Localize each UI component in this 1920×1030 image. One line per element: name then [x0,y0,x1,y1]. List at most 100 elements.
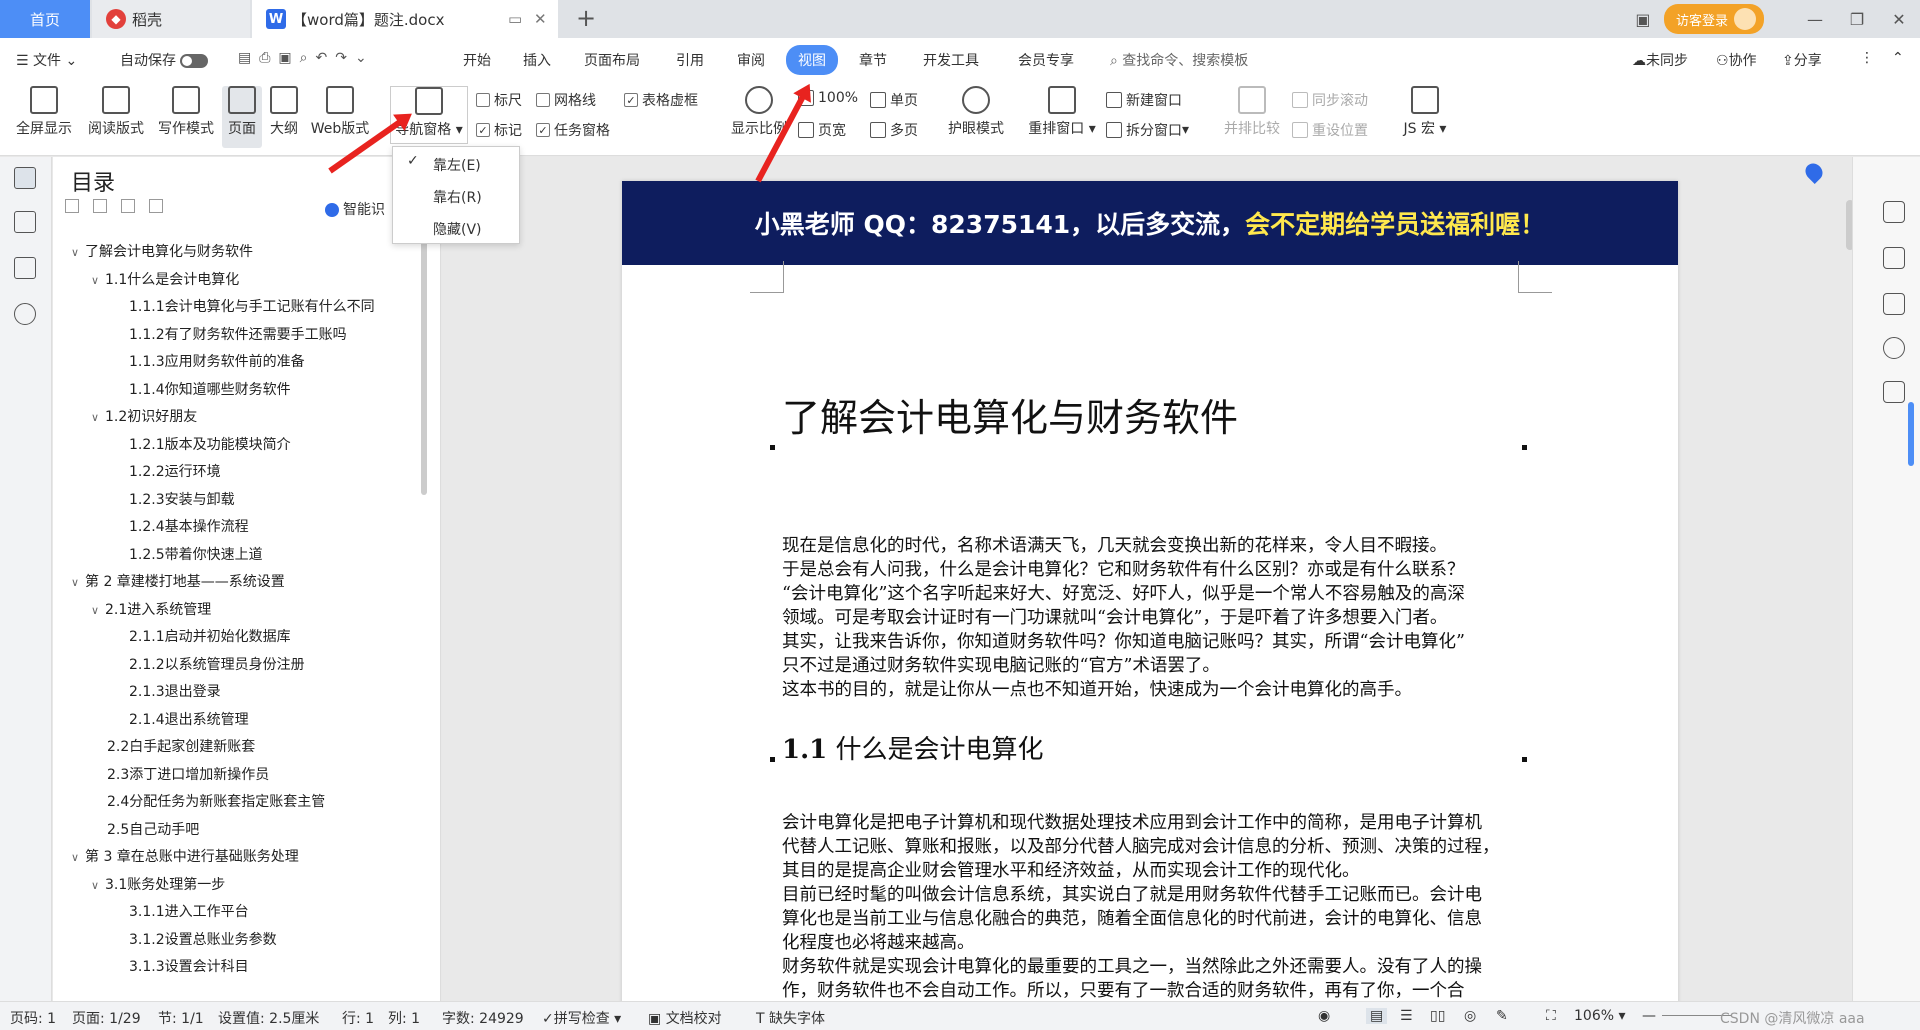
toc-entry[interactable]: ∨ 1.2初识好朋友 [91,406,197,426]
new-window-button[interactable]: 新建窗口 [1106,90,1182,110]
expand-all-icon[interactable] [93,199,107,213]
minimize-icon[interactable]: — [1794,10,1836,29]
toc-entry[interactable]: 1.1.2有了财务软件还需要手工账吗 [129,324,347,344]
chevron-down-icon[interactable]: ∨ [71,246,85,259]
chevron-down-icon[interactable]: ∨ [91,274,105,287]
close-window-icon[interactable]: ✕ [1878,10,1920,29]
toc-entry[interactable]: 2.2白手起家创建新账套 [107,736,255,756]
multi-page-button[interactable]: 多页 [870,120,918,140]
menu-start[interactable]: 开始 [463,50,491,70]
zoom-out-icon[interactable]: — [1642,1008,1656,1024]
reset-position-button[interactable]: 重设位置 [1292,120,1368,140]
menu-member[interactable]: 会员专享 [1018,50,1074,70]
sync-button[interactable]: ☁未同步 [1632,50,1688,70]
toc-entry[interactable]: 1.2.2运行环境 [129,461,221,481]
toc-entry[interactable]: 1.1.4你知道哪些财务软件 [129,379,291,399]
tab-float-icon[interactable]: ▭ [508,10,522,28]
toc-entry[interactable]: 2.1.3退出登录 [129,681,221,701]
fit-page-icon[interactable]: ⛶ [1546,1008,1556,1024]
select-cursor-icon[interactable] [1883,247,1905,269]
toc-entry[interactable]: 1.2.3安装与卸载 [129,489,235,509]
toc-entry[interactable]: 2.1.4退出系统管理 [129,709,249,729]
eye-protection-icon[interactable]: ◉ [1318,1008,1330,1024]
menu-reference[interactable]: 引用 [676,50,704,70]
toc-entry[interactable]: 3.1.3设置会计科目 [129,956,249,976]
fullscreen-button[interactable]: 全屏显示 [12,86,76,138]
tab-daoke[interactable]: ◆ 稻壳 [92,0,250,38]
web-status-icon[interactable]: ◎ [1464,1008,1476,1024]
spell-check-button[interactable]: ✓拼写检查 ▾ [542,1008,621,1028]
command-search[interactable]: ⌕ 查找命令、搜索模板 [1110,50,1248,70]
menu-review[interactable]: 审阅 [737,50,765,70]
writing-mode-button[interactable]: 写作模式 [154,86,218,138]
arrange-windows-button[interactable]: 重排窗口 ▾ [1024,86,1100,138]
toggle-switch-icon[interactable] [180,54,209,68]
side-by-side-button[interactable]: 并排比较 [1220,86,1284,138]
more-icon[interactable]: ⋮ [1860,50,1874,66]
toc-entry[interactable]: 1.2.1版本及功能模块简介 [129,434,291,454]
chevron-down-icon[interactable]: ∨ [91,879,105,892]
image-tool-icon[interactable] [1883,381,1905,403]
outline-status-icon[interactable]: ☰ [1400,1008,1413,1024]
chevron-down-icon[interactable]: ∨ [71,576,85,589]
toc-entry[interactable]: ∨ 2.1进入系统管理 [91,599,211,619]
nav-scrollbar[interactable] [421,227,427,495]
proofread-button[interactable]: ▣ 文档校对 [648,1008,722,1028]
tab-close-icon[interactable]: ✕ [534,10,547,28]
smart-recognize-button[interactable]: 智能识 [325,199,385,219]
sync-scroll-button[interactable]: 同步滚动 [1292,90,1368,110]
new-tab-button[interactable]: + [576,4,596,32]
settings-sliders-icon[interactable] [1883,293,1905,315]
toc-entry[interactable]: ∨ 第 2 章建楼打地基——系统设置 [71,571,285,591]
single-page-button[interactable]: 单页 [870,90,918,110]
reading-status-icon[interactable]: ▯▯ [1430,1008,1445,1024]
edit-icon[interactable] [1883,201,1905,223]
help-icon[interactable] [1883,337,1905,359]
menu-devtools[interactable]: 开发工具 [923,50,979,70]
toc-entry[interactable]: 1.1.1会计电算化与手工记账有什么不同 [129,296,375,316]
web-layout-button[interactable]: Web版式 [306,86,374,138]
reading-mode-button[interactable]: 阅读版式 [84,86,148,138]
share-button[interactable]: ⇪分享 [1782,50,1822,70]
toc-entry[interactable]: 1.2.5带着你快速上道 [129,544,263,564]
missing-font-button[interactable]: T 缺失字体 [756,1008,825,1028]
restore-icon[interactable]: ❐ [1836,10,1878,29]
collapse-all-icon[interactable] [65,199,79,213]
eye-mode-button[interactable]: 护眼模式 [944,86,1008,138]
toc-entry[interactable]: ∨ 了解会计电算化与财务软件 [71,241,253,261]
ruler-checkbox[interactable]: 标尺 [476,90,522,110]
page-view-button[interactable]: 页面 [222,86,262,148]
chapter-icon[interactable] [14,211,36,233]
toc-entry[interactable]: 3.1.2设置总账业务参数 [129,929,277,949]
split-window-button[interactable]: 拆分窗口 ▾ [1106,120,1189,140]
visitor-login-button[interactable]: 访客登录 [1663,4,1764,34]
toc-entry[interactable]: 2.3添丁进口增加新操作员 [107,764,269,784]
toc-entry[interactable]: 2.1.2以系统管理员身份注册 [129,654,305,674]
tab-home[interactable]: 首页 [0,0,90,38]
dropdown-hide[interactable]: 隐藏(V) [433,219,482,239]
dropdown-left[interactable]: 靠左(E) [433,155,481,175]
file-menu[interactable]: ☰ 文件 ⌄ [16,50,77,70]
menu-chapter[interactable]: 章节 [859,50,887,70]
panel-handle[interactable] [1908,402,1914,466]
toc-entry[interactable]: 2.1.1启动并初始化数据库 [129,626,291,646]
toc-entry[interactable]: 2.5自己动手吧 [107,819,199,839]
bookmark-icon[interactable] [14,257,36,279]
status-words[interactable]: 字数: 24929 [442,1008,524,1028]
quick-access-icons[interactable]: ▤⎙▣⌕↶↷⌄ [238,50,375,66]
remove-heading-icon[interactable] [149,199,163,213]
page-width-button[interactable]: 页宽 [798,120,846,140]
search-icon[interactable] [14,303,36,325]
chevron-down-icon[interactable]: ∨ [91,604,105,617]
js-macro-button[interactable]: JS 宏 ▾ [1398,86,1452,138]
page-view-status-icon[interactable]: ▤ [1366,1008,1388,1024]
zoom-level[interactable]: 106% ▾ [1574,1008,1626,1024]
table-gridlines-checkbox[interactable]: ✓ 表格虚框 [624,90,698,110]
menu-layout[interactable]: 页面布局 [584,50,640,70]
gridlines-checkbox[interactable]: 网格线 [536,90,596,110]
chevron-down-icon[interactable]: ∨ [91,411,105,424]
menu-insert[interactable]: 插入 [523,50,551,70]
collapse-ribbon-icon[interactable]: ⌃ [1892,50,1904,66]
autosave-toggle[interactable]: 自动保存 [120,50,209,70]
markup-checkbox[interactable]: ✓ 标记 [476,120,522,140]
